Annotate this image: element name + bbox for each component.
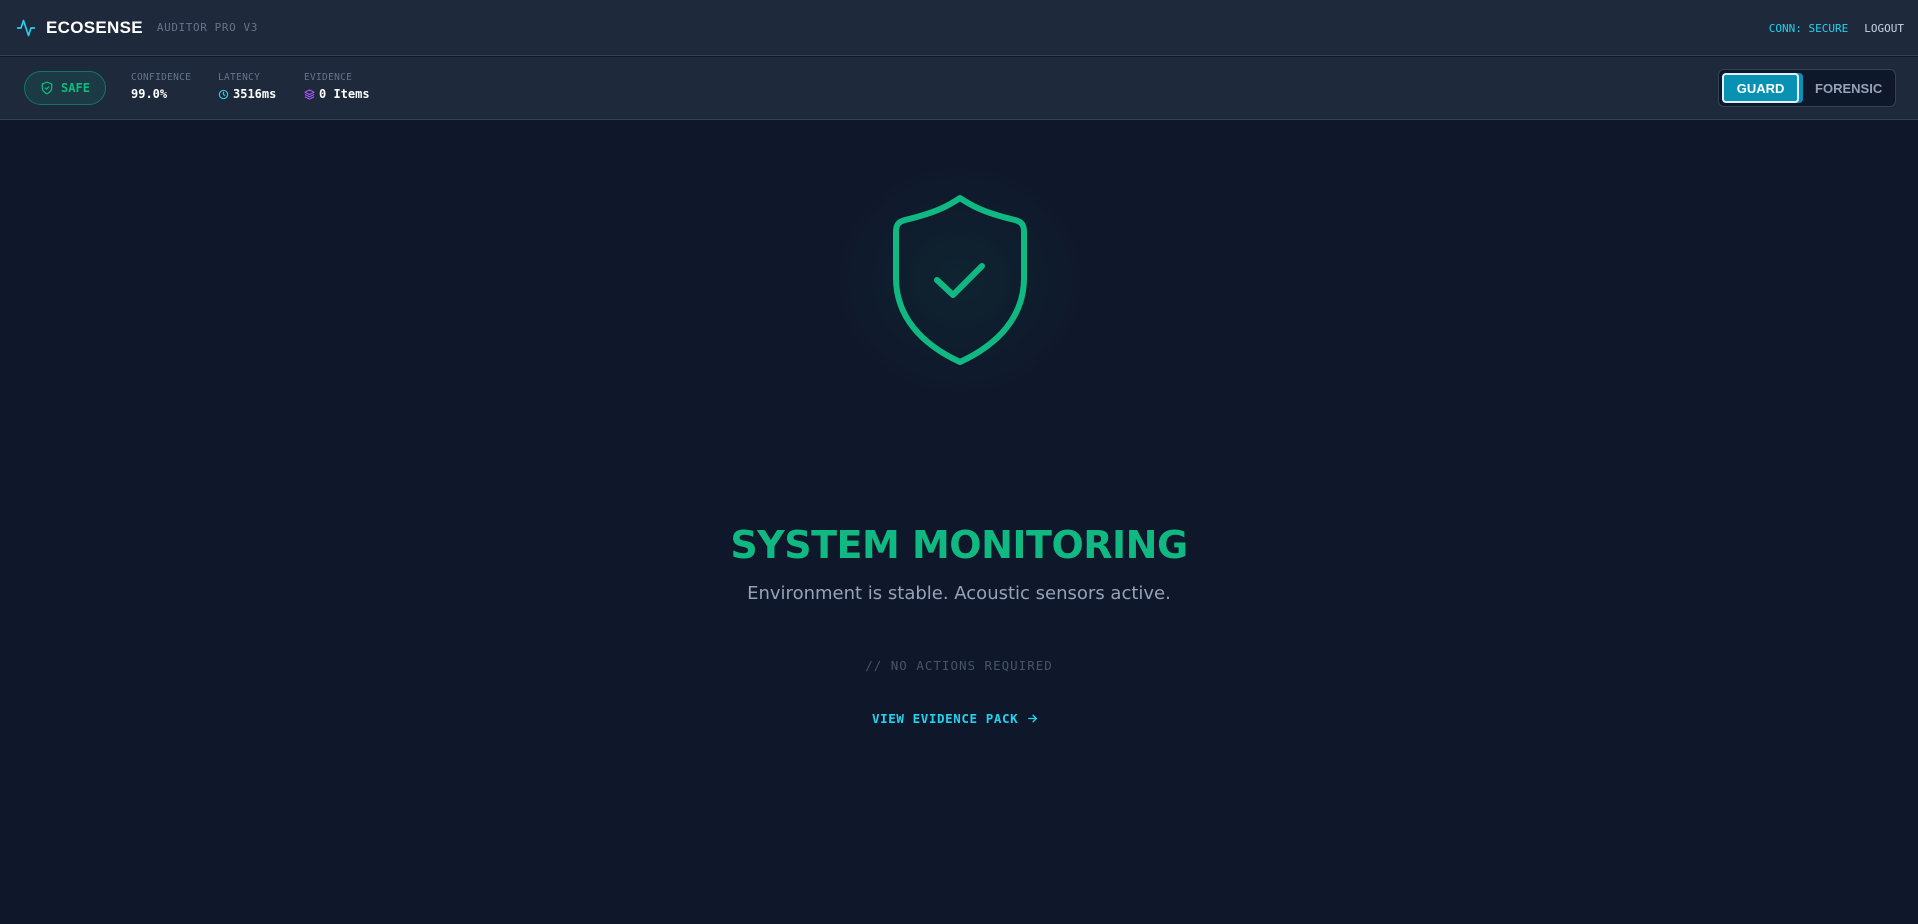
top-bar: ECOSENSE AUDITOR PRO V3 CONN: SECURE LOG… <box>0 0 1918 56</box>
page-title: SYSTEM MONITORING <box>730 523 1188 567</box>
latency-value: 3516ms <box>233 87 277 101</box>
mode-toggle: GUARD FORENSIC <box>1718 69 1896 107</box>
metric-value: 99.0% <box>131 87 191 101</box>
metric-value: 3516ms <box>218 87 276 101</box>
activity-icon <box>16 19 36 36</box>
layers-icon <box>304 88 315 100</box>
shield-glow <box>819 150 1101 410</box>
session-controls: CONN: SECURE LOGOUT <box>1769 0 1904 56</box>
logout-button[interactable]: LOGOUT <box>1864 22 1904 35</box>
metric-latency: LATENCY 3516ms <box>218 72 276 101</box>
brand: ECOSENSE AUDITOR PRO V3 <box>16 18 258 38</box>
evidence-count-value: 0 Items <box>319 87 370 101</box>
metric-confidence: CONFIDENCE 99.0% <box>131 72 191 101</box>
brand-subtitle: AUDITOR PRO V3 <box>156 21 258 34</box>
metric-value: 0 Items <box>304 87 370 101</box>
metric-label: LATENCY <box>218 72 261 83</box>
arrow-right-icon <box>1028 714 1038 722</box>
metric-evidence: EVIDENCE 0 Items <box>304 72 370 101</box>
confidence-value: 99.0% <box>131 87 168 101</box>
connection-status: CONN: SECURE <box>1768 21 1849 35</box>
status-description: Environment is stable. Acoustic sensors … <box>747 583 1171 604</box>
safe-status-badge: SAFE <box>24 71 106 105</box>
brand-name: ECOSENSE <box>46 17 143 37</box>
shield-check-icon <box>41 81 53 95</box>
view-evidence-pack-link[interactable]: VIEW EVIDENCE PACK <box>872 708 1039 728</box>
shield-check-icon <box>893 195 1027 365</box>
view-evidence-pack-label: VIEW EVIDENCE PACK <box>872 710 1019 726</box>
no-actions-note: // NO ACTIONS REQUIRED <box>865 658 1053 673</box>
metric-label: CONFIDENCE <box>131 72 192 83</box>
clock-icon <box>218 89 229 99</box>
metric-label: EVIDENCE <box>304 72 353 83</box>
safe-status-label: SAFE <box>61 81 90 95</box>
forensic-mode-button[interactable]: FORENSIC <box>1805 73 1892 103</box>
guard-mode-button[interactable]: GUARD <box>1722 73 1800 103</box>
status-bar: SAFE CONFIDENCE 99.0% LATENCY 3516ms EVI… <box>0 57 1918 120</box>
